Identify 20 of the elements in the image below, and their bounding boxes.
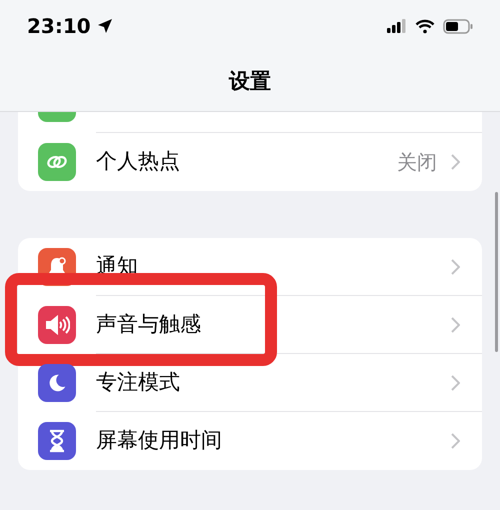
location-icon — [96, 18, 113, 34]
row-label: 声音与触感 — [96, 310, 202, 338]
row-label: 个人热点 — [96, 148, 181, 176]
chevron-icon — [451, 316, 460, 332]
chevron-icon — [451, 154, 460, 170]
chevron-icon — [451, 374, 460, 390]
row-label: 屏幕使用时间 — [96, 427, 223, 454]
status-time: 23:10 — [27, 13, 91, 40]
chevron-icon — [451, 258, 460, 274]
row-value: 关闭 — [397, 149, 437, 176]
wifi-icon — [415, 18, 435, 34]
chevron-icon — [451, 433, 460, 449]
signal-icon — [387, 19, 407, 33]
row-label: 专注模式 — [96, 368, 181, 396]
battery-icon — [443, 18, 473, 34]
hourglass-icon — [38, 422, 76, 460]
moon-icon — [38, 364, 76, 402]
link-icon — [38, 143, 76, 181]
speaker-icon — [38, 306, 76, 344]
window-title: 设置 — [229, 68, 271, 95]
